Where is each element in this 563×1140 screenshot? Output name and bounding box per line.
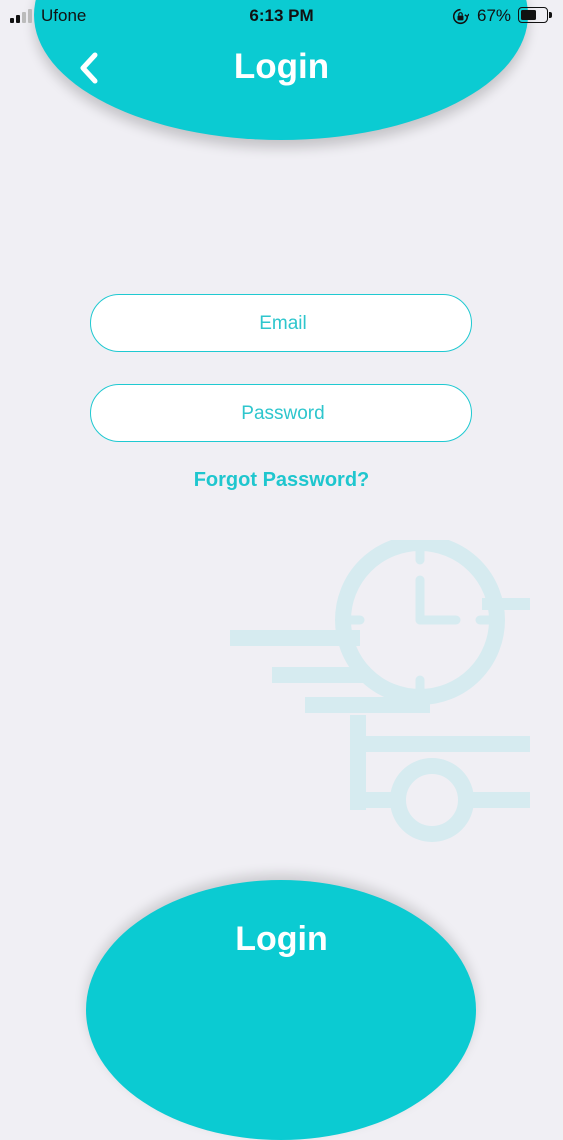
email-field-container bbox=[90, 294, 475, 353]
battery-cap bbox=[549, 12, 552, 18]
email-field[interactable] bbox=[91, 295, 475, 353]
battery-percent: 67% bbox=[477, 6, 512, 25]
status-bar: Ufone 6:13 PM 67% bbox=[0, 0, 563, 32]
forgot-password-link[interactable]: Forgot Password? bbox=[0, 469, 563, 492]
password-field[interactable] bbox=[91, 385, 475, 443]
page-title: Login bbox=[233, 47, 330, 86]
battery-icon bbox=[518, 7, 548, 23]
login-button[interactable] bbox=[86, 880, 476, 1140]
orientation-lock-icon bbox=[452, 8, 469, 25]
password-field-container bbox=[90, 384, 475, 443]
fast-delivery-clock-icon bbox=[230, 540, 530, 842]
